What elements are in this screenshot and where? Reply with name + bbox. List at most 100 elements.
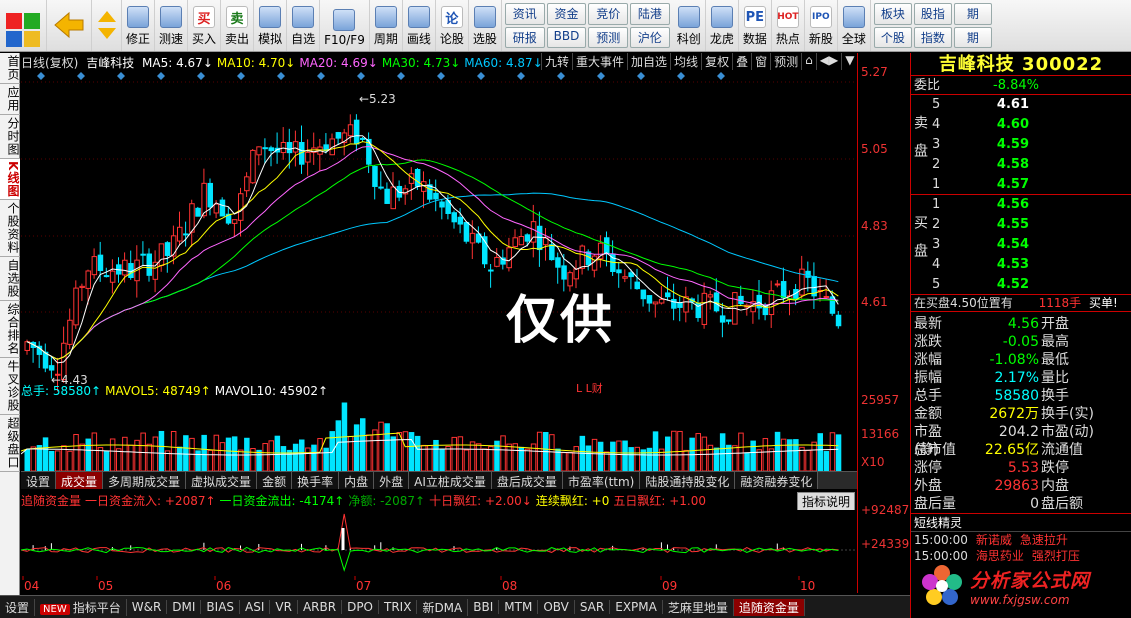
- left-tab-4[interactable]: 个股资料: [0, 200, 20, 258]
- volume-tab-8[interactable]: AI立桩成交量: [409, 472, 492, 489]
- candle-body: [280, 141, 287, 154]
- volume-bar: [73, 434, 79, 471]
- volume-tab-12[interactable]: 融资融券变化: [735, 472, 819, 489]
- indicator-tab-17[interactable]: 追随资金量: [733, 598, 805, 616]
- volume-tab-6[interactable]: 内盘: [339, 472, 375, 489]
- toolbar-small-资金[interactable]: 资金: [546, 3, 587, 25]
- left-tab-0[interactable]: 首页: [0, 53, 20, 84]
- buttons-discuss-button[interactable]: 论论股: [436, 0, 469, 51]
- volume-tab-9[interactable]: 盘后成交量: [491, 472, 563, 489]
- indicator-tab-2[interactable]: W&R: [127, 600, 168, 614]
- toolbar-small-期[interactable]: 期: [953, 26, 992, 48]
- indicator-tab-4[interactable]: BIAS: [201, 600, 241, 614]
- toolbar-small-陆港[interactable]: 陆港: [630, 3, 670, 25]
- cashflow-chart[interactable]: [21, 510, 857, 576]
- left-tab-2[interactable]: 分时图: [0, 115, 20, 159]
- left-tab-7[interactable]: 牛叉诊股: [0, 358, 20, 416]
- left-tab-8[interactable]: 超级盘口: [0, 415, 20, 473]
- indicator-tab-10[interactable]: 新DMA: [417, 598, 469, 616]
- left-tab-1[interactable]: 应用: [0, 84, 20, 115]
- short-row-0[interactable]: 15:00:00 新诺威 急速拉升: [911, 532, 1131, 548]
- buttons-buy-button[interactable]: 买买入: [188, 0, 222, 51]
- volume-tab-1[interactable]: 成交量: [56, 472, 104, 489]
- buttons2-chart-button[interactable]: 科创: [673, 0, 706, 51]
- toolbar-small-资讯[interactable]: 资讯: [504, 3, 545, 25]
- volume-tab-11[interactable]: 陆股通持股变化: [640, 472, 736, 489]
- kline-chart[interactable]: ←5.23←4.43L L财: [21, 70, 857, 397]
- indicator-tab-12[interactable]: MTM: [499, 600, 539, 614]
- buttons-cycle-button[interactable]: 周期: [370, 0, 403, 51]
- buttons-chart-select-button[interactable]: 选股: [469, 0, 502, 51]
- indicator-tab-15[interactable]: EXPMA: [610, 600, 663, 614]
- indicator-tab-9[interactable]: TRIX: [379, 600, 418, 614]
- toolbar-small-研报[interactable]: 研报: [504, 26, 545, 48]
- period-label[interactable]: 日线(复权): [21, 56, 78, 70]
- left-tab-5[interactable]: 自选股: [0, 257, 20, 302]
- chart-tool-0[interactable]: 九转: [541, 53, 572, 70]
- chart-tool-7[interactable]: 预测: [770, 53, 801, 70]
- volume-tab-4[interactable]: 金额: [257, 472, 293, 489]
- buttons2-ipo-button[interactable]: IPO 新股: [805, 0, 838, 51]
- volume-tab-7[interactable]: 外盘: [374, 472, 410, 489]
- left-tab-6[interactable]: 综合排名: [0, 301, 20, 359]
- buttons-pencil-button[interactable]: 画线: [403, 0, 436, 51]
- volume-tab-10[interactable]: 市盈率(ttm): [562, 472, 641, 489]
- buttons-clock-button[interactable]: 测速: [155, 0, 189, 51]
- logo-icon[interactable]: [0, 0, 47, 51]
- down-arrow-icon[interactable]: [97, 26, 117, 40]
- indicator-tab-11[interactable]: BBI: [468, 600, 500, 614]
- indicator-tab-5[interactable]: ASI: [240, 600, 271, 614]
- toolbar-small-板块[interactable]: 板块: [873, 3, 912, 25]
- indicator-tab-8[interactable]: DPO: [342, 600, 379, 614]
- chart-tool-6[interactable]: 窗: [751, 53, 770, 70]
- indicator-tab-7[interactable]: ARBR: [298, 600, 343, 614]
- volume-tab-0[interactable]: 设置: [21, 472, 57, 489]
- buttons-hammer-button[interactable]: 模拟: [254, 0, 288, 51]
- chart-tool-5[interactable]: 叠: [732, 53, 751, 70]
- up-arrow-icon[interactable]: [97, 10, 117, 24]
- toolbar-small-预测[interactable]: 预测: [588, 26, 629, 48]
- chart-tool-8[interactable]: ⌂: [801, 53, 816, 70]
- left-tab-3[interactable]: K线图: [0, 159, 20, 201]
- indicator-tab-3[interactable]: DMI: [167, 600, 202, 614]
- toolbar-small-沪伦[interactable]: 沪伦: [630, 26, 670, 48]
- buttons2-globe-button[interactable]: 全球: [838, 0, 871, 51]
- buttons-document-button[interactable]: F10/F9: [320, 0, 370, 51]
- buttons2-pe-button[interactable]: PE 数据: [739, 0, 772, 51]
- volume-chart[interactable]: [21, 399, 857, 471]
- buttons-sell-button[interactable]: 卖卖出: [221, 0, 255, 51]
- indicator-tab-13[interactable]: OBV: [538, 600, 575, 614]
- updown-arrows[interactable]: [92, 0, 122, 51]
- toolbar-small-BBD[interactable]: BBD: [546, 26, 587, 48]
- chart-tool-9[interactable]: ◀▶: [815, 53, 841, 70]
- back-arrow-icon[interactable]: [47, 0, 92, 51]
- chart-tool-10[interactable]: ▼: [841, 53, 857, 70]
- buttons-star-button[interactable]: 自选: [287, 0, 321, 51]
- volume-tab-5[interactable]: 换手率: [292, 472, 340, 489]
- toolbar-small-股指[interactable]: 股指: [913, 3, 952, 25]
- volume-tab-2[interactable]: 多周期成交量: [103, 472, 187, 489]
- chart-tool-3[interactable]: 均线: [670, 53, 701, 70]
- indicator-tab-1[interactable]: NEW 指标平台: [35, 598, 127, 616]
- indicator-tab-6[interactable]: VR: [270, 600, 298, 614]
- indicator-explain-button[interactable]: 指标说明: [797, 492, 856, 511]
- hot-icon: HOT: [776, 6, 799, 28]
- toolbar-small-个股[interactable]: 个股: [873, 26, 912, 48]
- volume-tab-3[interactable]: 虚拟成交量: [186, 472, 258, 489]
- buttons2-hot-button[interactable]: HOT 热点: [772, 0, 805, 51]
- chart-tool-4[interactable]: 复权: [701, 53, 732, 70]
- stat-label: 市盈(静): [914, 424, 942, 458]
- indicator-tab-0[interactable]: 设置: [0, 598, 36, 616]
- toolbar-small-期[interactable]: 期: [953, 3, 992, 25]
- short-title[interactable]: 短线精灵: [911, 514, 1131, 532]
- weibi-label: 委比: [914, 78, 941, 93]
- chart-tool-2[interactable]: 加自选: [627, 53, 670, 70]
- toolbar-small-指数[interactable]: 指数: [913, 26, 952, 48]
- chart-tool-1[interactable]: 重大事件: [572, 53, 627, 70]
- buttons2-dragon-button[interactable]: 龙虎: [706, 0, 739, 51]
- buttons-arrow-up-down-button[interactable]: 修正: [122, 0, 156, 51]
- toolbar-small-竞价[interactable]: 竞价: [588, 3, 629, 25]
- event-markers[interactable]: L L财: [576, 381, 603, 395]
- indicator-tab-14[interactable]: SAR: [575, 600, 611, 614]
- indicator-tab-16[interactable]: 芝麻里地量: [663, 598, 734, 616]
